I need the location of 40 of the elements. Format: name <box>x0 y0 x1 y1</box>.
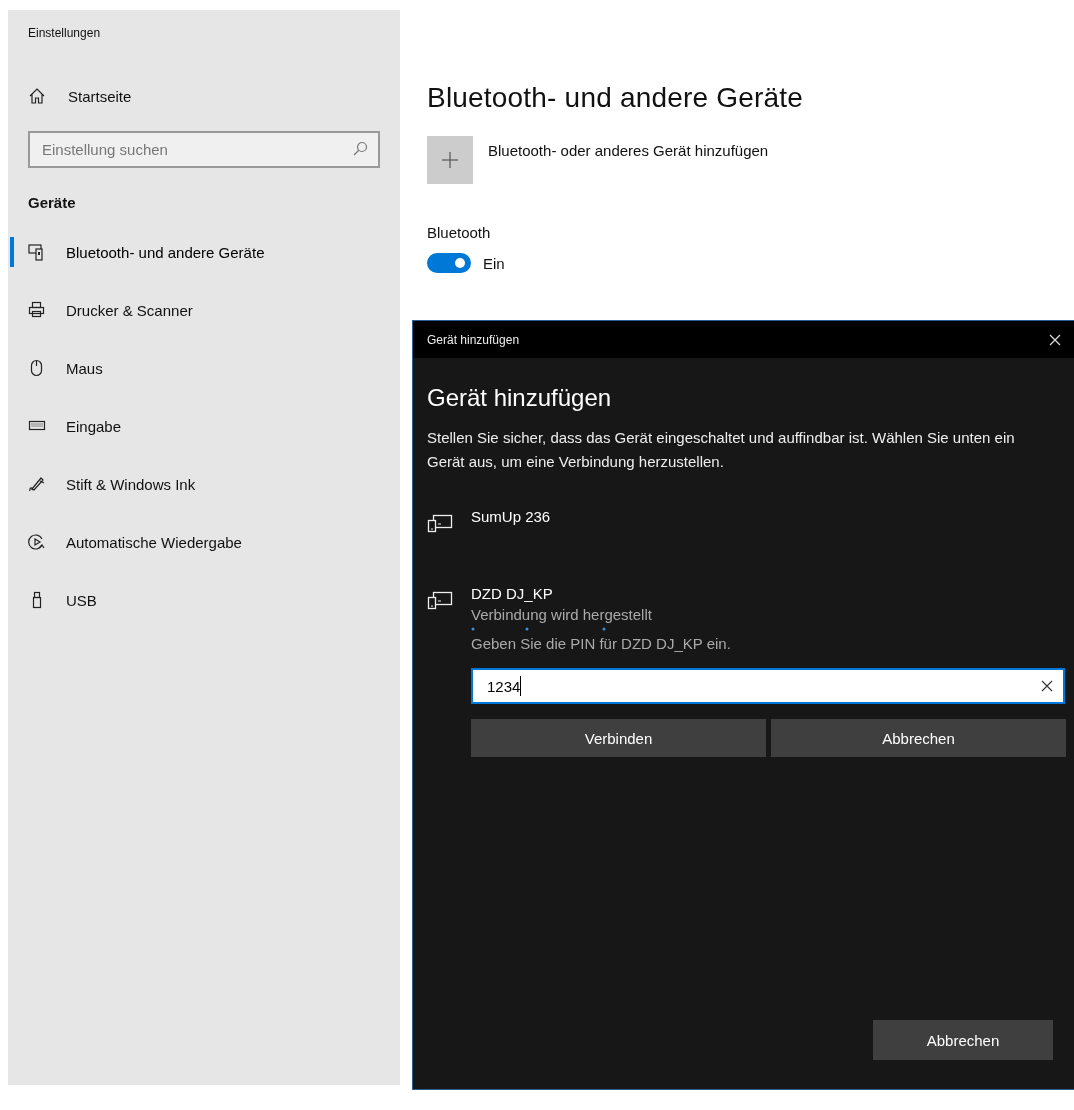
home-link[interactable]: Startseite <box>28 87 132 105</box>
connection-status: Verbindung wird hergestellt <box>471 606 652 623</box>
keyboard-phone-icon <box>28 243 46 261</box>
pin-prompt: Geben Sie die PIN für DZD DJ_KP ein. <box>471 635 731 652</box>
toggle-state-label: Ein <box>483 254 505 272</box>
clear-icon <box>1041 680 1053 692</box>
search-field[interactable]: Einstellung suchen <box>28 131 380 168</box>
bluetooth-label: Bluetooth <box>427 224 491 241</box>
toggle-switch[interactable] <box>427 253 471 273</box>
nav-item[interactable]: Eingabe <box>28 397 400 455</box>
selection-indicator <box>10 237 14 267</box>
nav-item[interactable]: USB <box>28 571 400 629</box>
dialog-button[interactable]: Abbrechen <box>771 719 1066 757</box>
page-title: Bluetooth- und andere Geräte <box>427 82 804 114</box>
pen-icon <box>28 475 46 493</box>
close-icon <box>1049 333 1061 346</box>
device-name[interactable]: DZD DJ_KP <box>471 585 553 602</box>
section-heading: Geräte <box>28 194 76 211</box>
dialog-description: Stellen Sie sicher, dass das Gerät eingeschaltet und auffindbar ist. Wählen Sie unten ein Gerät aus, um eine Verbindung herzustellen. <box>427 428 1016 472</box>
window-title: Einstellungen <box>28 26 101 40</box>
add-device-label[interactable]: Bluetooth- oder anderes Gerät hinzufügen <box>488 142 769 159</box>
nav-item[interactable]: Maus <box>28 339 400 397</box>
nav-item[interactable]: Bluetooth- und andere Geräte <box>28 223 400 281</box>
autoplay-icon <box>28 533 46 551</box>
nav-item[interactable]: Drucker & Scanner <box>28 281 400 339</box>
home-icon <box>28 87 46 105</box>
pin-field[interactable]: 1234 <box>471 668 1065 704</box>
device-icon <box>427 514 453 533</box>
add-device-button[interactable] <box>427 136 473 184</box>
dialog-title: Gerät hinzufügen <box>427 332 520 347</box>
dialog-button[interactable]: Verbinden <box>471 719 766 757</box>
dialog-heading: Gerät hinzufügen <box>427 384 613 412</box>
cancel-button[interactable]: Abbrechen <box>873 1020 1053 1060</box>
nav-item[interactable]: Stift & Windows Ink <box>28 455 400 513</box>
plus-icon <box>441 151 459 169</box>
search-icon <box>352 141 368 157</box>
printer-icon <box>28 301 46 319</box>
device-icon <box>427 591 453 610</box>
nav-item[interactable]: Automatische Wiedergabe <box>28 513 400 571</box>
device-name[interactable]: SumUp 236 <box>471 508 551 525</box>
